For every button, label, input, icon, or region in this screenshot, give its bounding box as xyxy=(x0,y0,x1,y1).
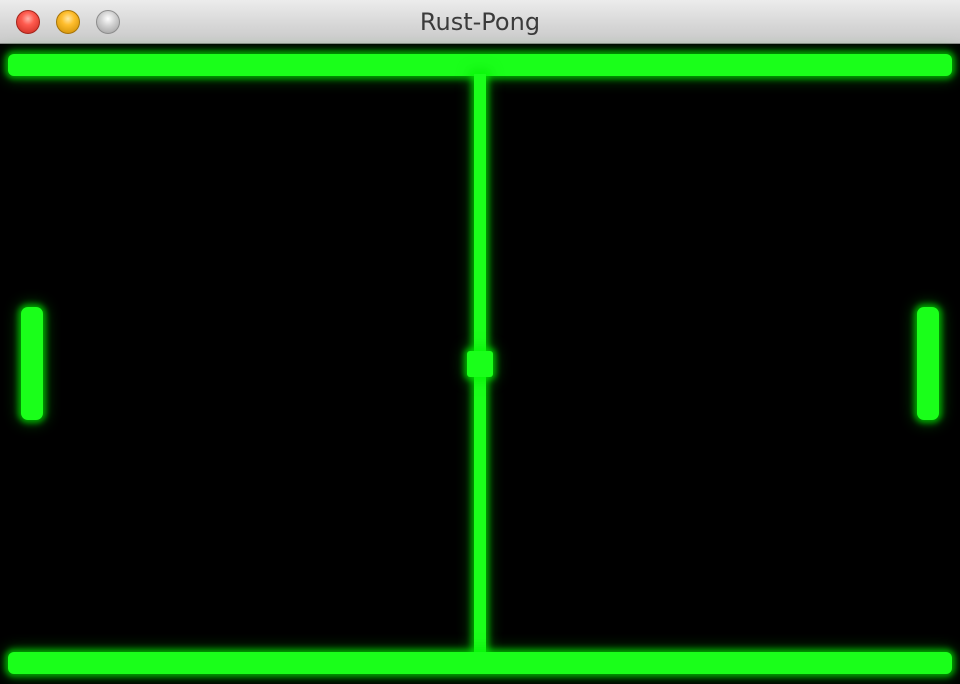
right-paddle[interactable] xyxy=(917,307,939,420)
top-wall xyxy=(8,54,952,76)
title-bar[interactable]: Rust-Pong xyxy=(0,0,960,44)
app-window: Rust-Pong xyxy=(0,0,960,684)
window-title: Rust-Pong xyxy=(419,8,541,36)
game-field[interactable] xyxy=(0,44,960,684)
left-paddle[interactable] xyxy=(21,307,43,420)
ball xyxy=(467,351,493,377)
bottom-wall xyxy=(8,652,952,674)
